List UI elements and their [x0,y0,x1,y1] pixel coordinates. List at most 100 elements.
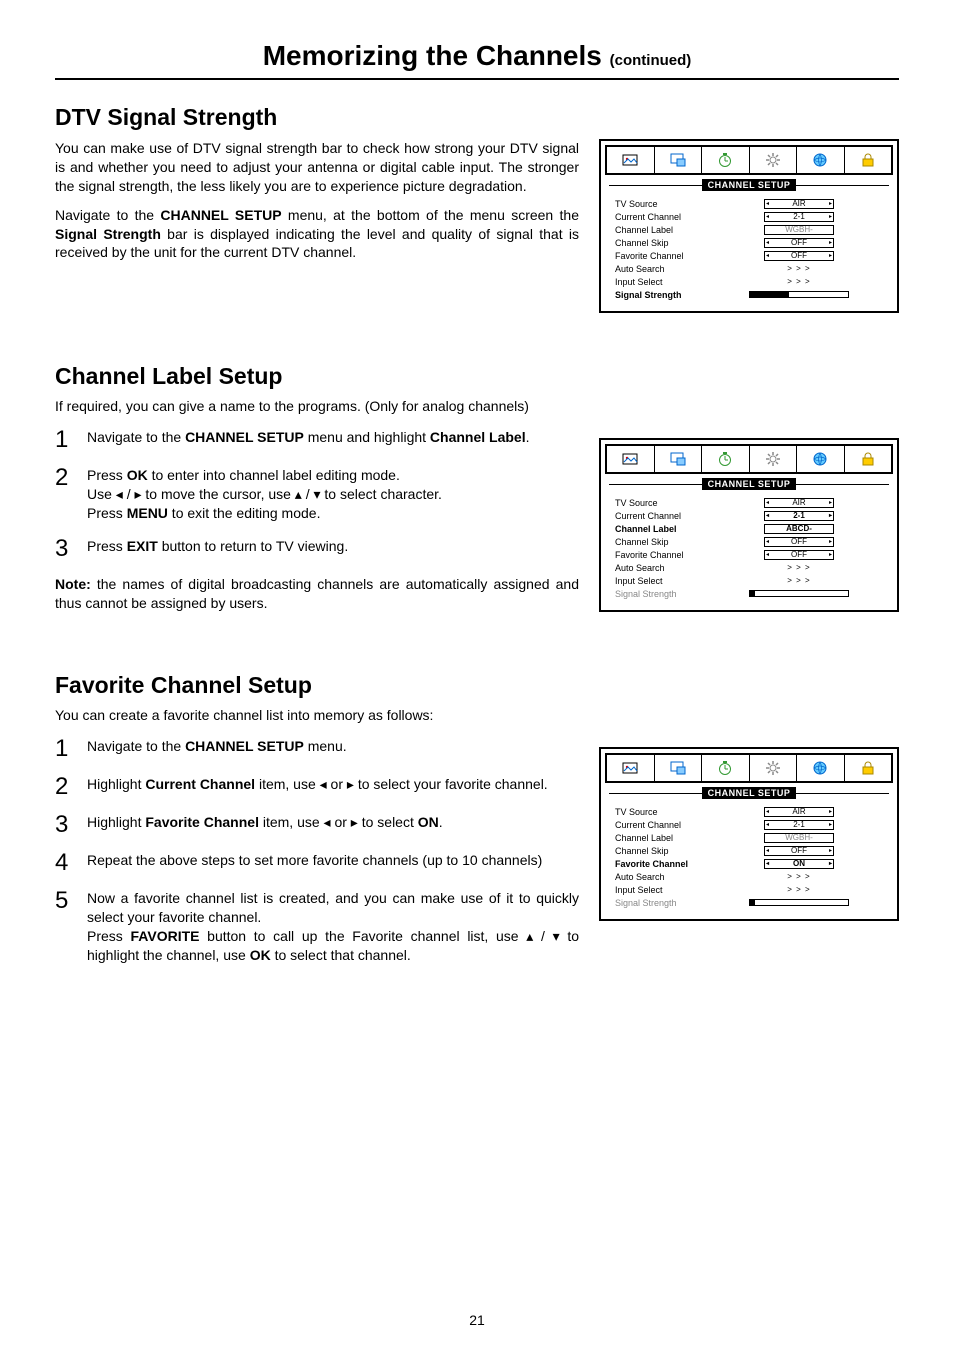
lock-icon [845,446,892,472]
osd-value: ◂2-1▸ [764,820,834,830]
page-title: Memorizing the Channels [263,40,610,71]
step-item: 4 Repeat the above steps to set more fav… [55,851,579,875]
osd-menu-favorite: CHANNEL SETUP TV Source ◂AIR▸ Current Cha… [599,747,899,921]
osd-header: CHANNEL SETUP [609,179,889,191]
osd-label: Channel Label [615,225,715,235]
osd-value: WGBH- [764,225,834,235]
osd-value: ◂OFF▸ [764,846,834,856]
channel-icon [797,755,845,781]
osd-label: Signal Strength [615,589,715,599]
osd-header: CHANNEL SETUP [609,478,889,490]
lock-icon [845,755,892,781]
osd-value: ◂AIR▸ [764,807,834,817]
setup-icon [750,147,798,173]
step-number: 4 [55,851,75,875]
paragraph: You can make use of DTV signal strength … [55,139,579,196]
picture-icon [607,755,655,781]
osd-value: ◂OFF▸ [764,238,834,248]
step-item: 1 Navigate to the CHANNEL SETUP menu and… [55,428,579,452]
step-number: 2 [55,775,75,799]
osd-label: Auto Search [615,872,715,882]
step-item: 2 Highlight Current Channel item, use ◂ … [55,775,579,799]
osd-label: Input Select [615,576,715,586]
osd-value: > > > [787,563,810,572]
osd-value: > > > [787,264,810,273]
setup-icon [750,755,798,781]
osd-label: Input Select [615,277,715,287]
osd-tabs [605,145,893,175]
osd-label: Auto Search [615,563,715,573]
osd-label: TV Source [615,807,715,817]
osd-label: Signal Strength [615,898,715,908]
section-favorite-channel-setup: Favorite Channel Setup You can create a … [55,672,899,979]
osd-value: ◂AIR▸ [764,199,834,209]
osd-tabs [605,444,893,474]
lock-icon [845,147,892,173]
channel-icon [797,446,845,472]
osd-label: Channel Skip [615,537,715,547]
osd-label: Favorite Channel [615,550,715,560]
step-number: 3 [55,537,75,561]
section-title: DTV Signal Strength [55,104,899,131]
osd-label: TV Source [615,498,715,508]
osd-value: ◂2-1▸ [764,212,834,222]
step-number: 3 [55,813,75,837]
intro-text: You can create a favorite channel list i… [55,707,899,723]
setup-icon [750,446,798,472]
osd-tabs [605,753,893,783]
osd-label: Channel Label [615,524,715,534]
pip-icon [655,446,703,472]
steps-list: 1 Navigate to the CHANNEL SETUP menu and… [55,428,579,561]
section-text: You can make use of DTV signal strength … [55,139,579,313]
osd-label: Current Channel [615,820,715,830]
osd-label: Favorite Channel [615,859,715,869]
osd-value: ABCD- [764,524,834,534]
osd-label: Channel Label [615,833,715,843]
osd-value: ◂OFF▸ [764,537,834,547]
picture-icon [607,147,655,173]
timer-icon [702,446,750,472]
osd-value: > > > [787,277,810,286]
osd-value: > > > [787,885,810,894]
paragraph: Navigate to the CHANNEL SETUP menu, at t… [55,206,579,263]
pip-icon [655,755,703,781]
section-title: Favorite Channel Setup [55,672,899,699]
osd-label: Auto Search [615,264,715,274]
osd-label: Current Channel [615,212,715,222]
section-title: Channel Label Setup [55,363,899,390]
step-number: 1 [55,428,75,452]
page-title-continued: (continued) [610,52,692,69]
step-number: 2 [55,466,75,523]
osd-value: ◂OFF▸ [764,251,834,261]
osd-label: Channel Skip [615,238,715,248]
channel-icon [797,147,845,173]
osd-label: TV Source [615,199,715,209]
page-header: Memorizing the Channels (continued) [55,40,899,80]
step-item: 3 Highlight Favorite Channel item, use ◂… [55,813,579,837]
intro-text: If required, you can give a name to the … [55,398,899,414]
step-number: 5 [55,889,75,965]
osd-value: ◂2-1▸ [764,511,834,521]
step-item: 3 Press EXIT button to return to TV view… [55,537,579,561]
step-item: 5 Now a favorite channel list is created… [55,889,579,965]
osd-value: > > > [787,872,810,881]
steps-list: 1 Navigate to the CHANNEL SETUP menu. 2 … [55,737,579,965]
osd-label: Current Channel [615,511,715,521]
signal-bar [749,590,849,597]
osd-value: ◂AIR▸ [764,498,834,508]
osd-value: ◂OFF▸ [764,550,834,560]
osd-menu-dtv: CHANNEL SETUP TV Source ◂AIR▸ Current Cha… [599,139,899,313]
osd-header: CHANNEL SETUP [609,787,889,799]
timer-icon [702,755,750,781]
note: Note: the names of digital broadcasting … [55,575,579,613]
step-number: 1 [55,737,75,761]
picture-icon [607,446,655,472]
signal-bar [749,899,849,906]
osd-label: Favorite Channel [615,251,715,261]
pip-icon [655,147,703,173]
osd-label: Signal Strength [615,290,715,300]
step-item: 1 Navigate to the CHANNEL SETUP menu. [55,737,579,761]
osd-label: Channel Skip [615,846,715,856]
section-dtv-signal-strength: DTV Signal Strength You can make use of … [55,104,899,313]
osd-value: ◂ON▸ [764,859,834,869]
